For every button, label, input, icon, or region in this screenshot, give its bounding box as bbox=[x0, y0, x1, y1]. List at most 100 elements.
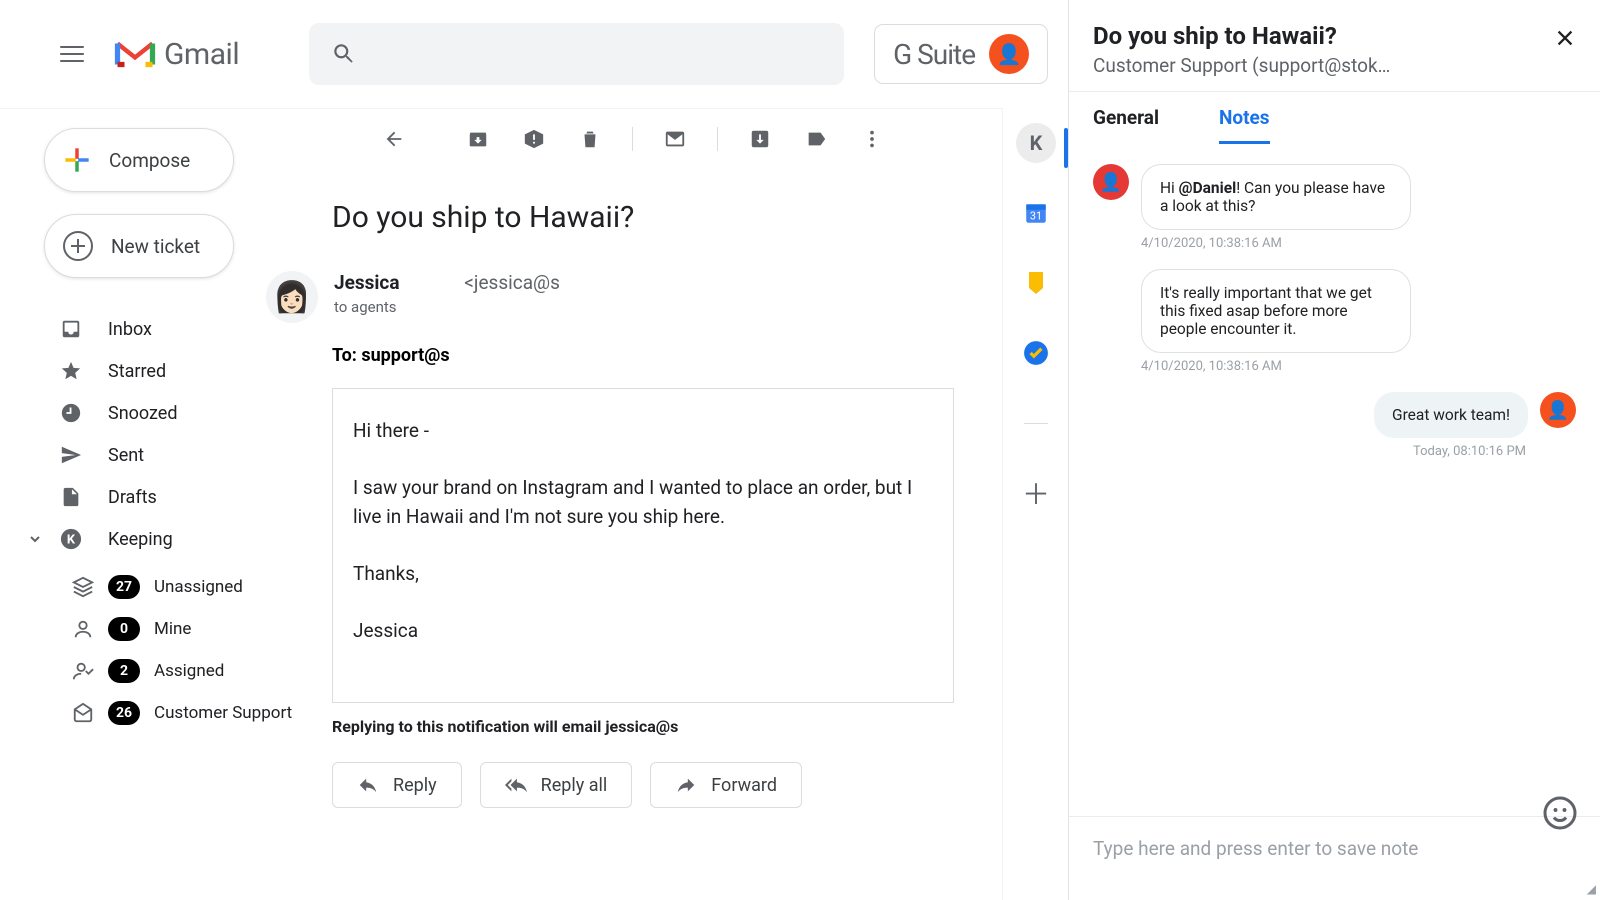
sidebar-label: Starred bbox=[108, 361, 166, 382]
note-text: Hi bbox=[1160, 179, 1179, 197]
file-icon bbox=[60, 486, 82, 508]
body-line: Hi there - bbox=[353, 417, 933, 446]
compose-button[interactable]: Compose bbox=[44, 128, 234, 192]
notes-thread: 👤 Hi @Daniel! Can you please have a look… bbox=[1069, 144, 1600, 816]
email-body: Hi there - I saw your brand on Instagram… bbox=[332, 388, 954, 703]
panel-subtitle: Customer Support (support@stok… bbox=[1093, 54, 1390, 77]
reply-all-label: Reply all bbox=[541, 775, 608, 796]
sidebar-label: Drafts bbox=[108, 487, 157, 508]
sub-label: Assigned bbox=[154, 661, 224, 681]
gmail-header: Gmail G Suite bbox=[0, 0, 1065, 108]
body-line: I saw your brand on Instagram and I want… bbox=[353, 474, 933, 531]
forward-button[interactable]: Forward bbox=[650, 762, 802, 808]
move-to-inbox-button[interactable] bbox=[736, 115, 784, 163]
note-mention[interactable]: @Daniel bbox=[1179, 179, 1237, 197]
note-timestamp: Today, 08:10:16 PM bbox=[1093, 444, 1526, 459]
sender-name-line: Jessica <jessica@s bbox=[334, 271, 560, 294]
keeping-sub-assigned[interactable]: 2 Assigned bbox=[0, 650, 320, 692]
search-input[interactable] bbox=[309, 23, 844, 85]
gsuite-badge[interactable]: G Suite bbox=[874, 24, 1048, 84]
sender-address: <jessica@s bbox=[464, 271, 560, 294]
sidebar-item-keeping[interactable]: K Keeping bbox=[0, 518, 320, 560]
calendar-icon: 31 bbox=[1023, 200, 1049, 226]
keeping-sub-support[interactable]: 26 Customer Support bbox=[0, 692, 320, 734]
close-panel-button[interactable] bbox=[1554, 26, 1576, 56]
new-ticket-label: New ticket bbox=[111, 235, 200, 258]
sub-label: Customer Support bbox=[154, 703, 292, 723]
notes-panel: Do you ship to Hawaii? Customer Support … bbox=[1068, 0, 1600, 900]
trash-icon bbox=[579, 128, 601, 150]
gmail-m-icon bbox=[114, 38, 156, 70]
note-avatar: 👤 bbox=[1093, 164, 1129, 200]
tab-notes[interactable]: Notes bbox=[1219, 106, 1270, 144]
compose-label: Compose bbox=[109, 149, 190, 172]
plus-icon: ＋ bbox=[1022, 473, 1050, 513]
tasks-icon bbox=[1023, 340, 1049, 366]
panel-title: Do you ship to Hawaii? bbox=[1093, 22, 1390, 50]
recipients-summary[interactable]: to agents bbox=[334, 298, 560, 316]
reply-icon bbox=[357, 774, 379, 796]
sub-label: Unassigned bbox=[154, 577, 243, 597]
rail-keep-icon[interactable] bbox=[1003, 248, 1069, 318]
account-avatar[interactable] bbox=[989, 34, 1029, 74]
count-badge: 26 bbox=[108, 701, 140, 725]
mark-unread-button[interactable] bbox=[651, 115, 699, 163]
reply-button[interactable]: Reply bbox=[332, 762, 462, 808]
main-menu-icon[interactable] bbox=[60, 36, 96, 72]
to-line: To: support@s bbox=[332, 345, 1000, 366]
reply-all-icon bbox=[505, 774, 527, 796]
emoji-picker-button[interactable] bbox=[1542, 795, 1578, 831]
close-icon bbox=[1554, 27, 1576, 49]
sidebar-label: Inbox bbox=[108, 319, 152, 340]
tab-general[interactable]: General bbox=[1093, 106, 1159, 144]
resize-handle-icon[interactable]: ◢ bbox=[1587, 882, 1596, 896]
gsuite-label: G Suite bbox=[893, 38, 975, 71]
keeping-sub-unassigned[interactable]: 27 Unassigned bbox=[0, 566, 320, 608]
note-timestamp: 4/10/2020, 10:38:16 AM bbox=[1141, 236, 1576, 251]
back-button[interactable] bbox=[370, 115, 418, 163]
label-icon bbox=[805, 128, 827, 150]
report-icon bbox=[523, 128, 545, 150]
sidebar-item-snoozed[interactable]: Snoozed bbox=[0, 392, 320, 434]
delete-button[interactable] bbox=[566, 115, 614, 163]
chevron-down-icon bbox=[30, 534, 40, 544]
gmail-logo[interactable]: Gmail bbox=[114, 37, 239, 72]
keeping-k-icon: K bbox=[60, 528, 82, 550]
reply-all-button[interactable]: Reply all bbox=[480, 762, 633, 808]
sidebar-item-drafts[interactable]: Drafts bbox=[0, 476, 320, 518]
sender-avatar: 👩🏻 bbox=[266, 271, 318, 323]
sender-name: Jessica bbox=[334, 271, 400, 294]
plus-circle-icon bbox=[63, 231, 93, 261]
note-bubble: It's really important that we get this f… bbox=[1141, 269, 1411, 353]
archive-icon bbox=[467, 128, 489, 150]
rail-calendar-icon[interactable]: 31 bbox=[1003, 178, 1069, 248]
sidebar-item-sent[interactable]: Sent bbox=[0, 434, 320, 476]
inbox-open-icon bbox=[72, 702, 94, 724]
mail-toolbar bbox=[320, 108, 1065, 170]
note: 👤 Hi @Daniel! Can you please have a look… bbox=[1093, 164, 1576, 230]
more-button[interactable] bbox=[848, 115, 896, 163]
email-subject: Do you ship to Hawaii? bbox=[332, 200, 1000, 235]
keeping-sub-mine[interactable]: 0 Mine bbox=[0, 608, 320, 650]
count-badge: 27 bbox=[108, 575, 140, 599]
forward-icon bbox=[675, 774, 697, 796]
archive-button[interactable] bbox=[454, 115, 502, 163]
keep-icon bbox=[1024, 270, 1048, 296]
search-icon bbox=[331, 41, 357, 67]
mail-icon bbox=[664, 128, 686, 150]
note-input[interactable] bbox=[1093, 837, 1576, 860]
rail-keeping-icon[interactable]: K bbox=[1003, 108, 1069, 178]
note-avatar: 👤 bbox=[1540, 392, 1576, 428]
labels-button[interactable] bbox=[792, 115, 840, 163]
rail-add-button[interactable]: ＋ bbox=[1003, 458, 1069, 528]
rail-tasks-icon[interactable] bbox=[1003, 318, 1069, 388]
spam-button[interactable] bbox=[510, 115, 558, 163]
reply-label: Reply bbox=[393, 775, 437, 796]
note: 👤 Great work team! bbox=[1093, 392, 1576, 438]
sidebar-item-starred[interactable]: Starred bbox=[0, 350, 320, 392]
new-ticket-button[interactable]: New ticket bbox=[44, 214, 234, 278]
stack-icon bbox=[72, 576, 94, 598]
sub-label: Mine bbox=[154, 619, 191, 639]
note-bubble: Hi @Daniel! Can you please have a look a… bbox=[1141, 164, 1411, 230]
sidebar: Compose New ticket Inbox Starred Snoozed… bbox=[0, 108, 320, 900]
